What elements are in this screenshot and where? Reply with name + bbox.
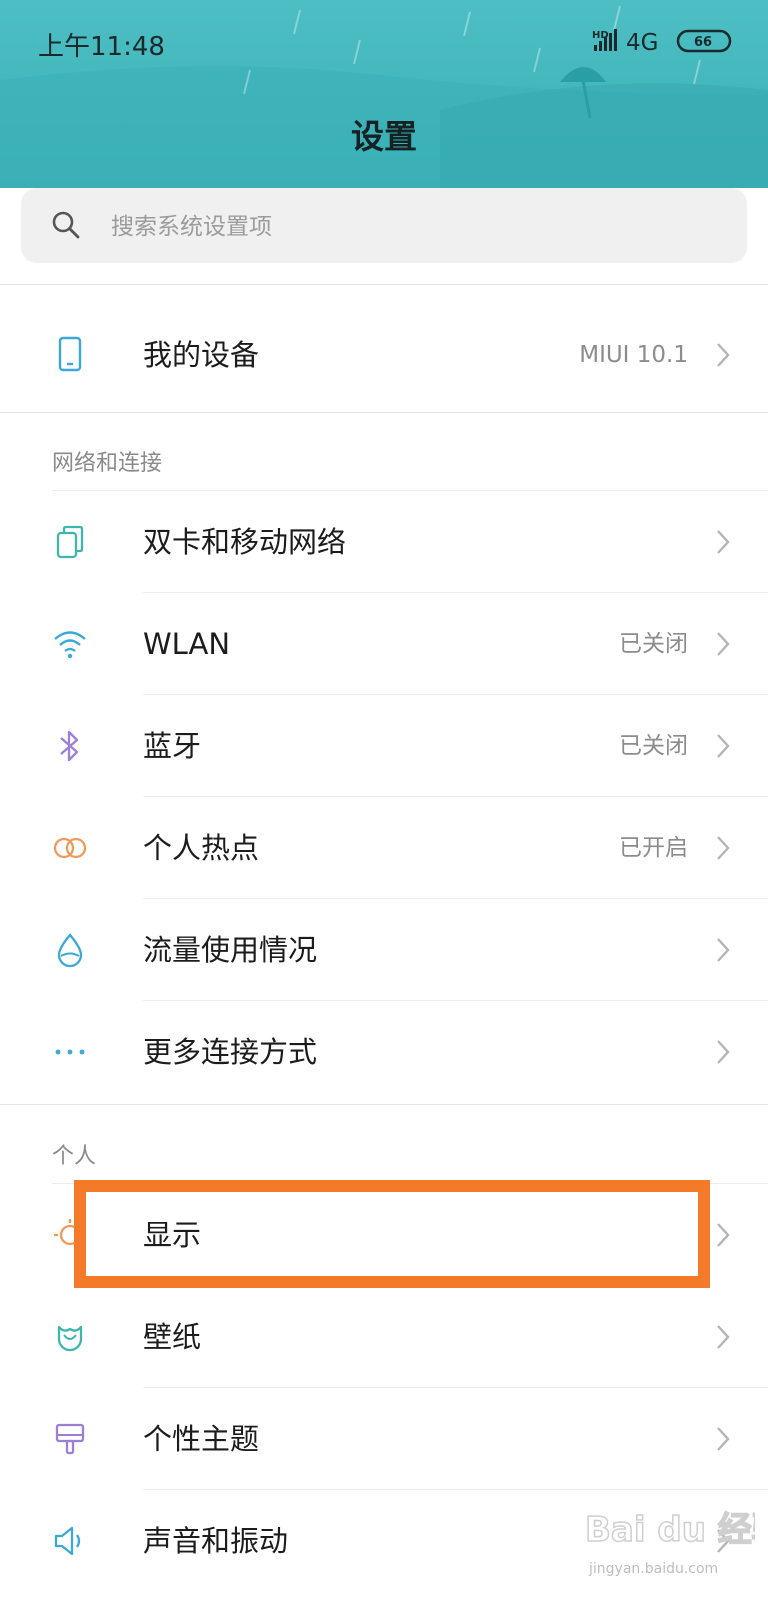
chevron-right-icon [717,938,730,962]
settings-item-bluetooth[interactable]: 蓝牙 已关闭 [0,695,768,797]
battery-icon: 66 [676,29,732,53]
status-indicators: HD 4G 66 [592,29,732,56]
display-label-highlighted: 显示 [143,1218,202,1252]
settings-item-dual-sim[interactable]: 双卡和移动网络 [0,491,768,593]
theme-icon [55,1423,85,1455]
more-connections-icon [55,1049,85,1055]
network-type: 4G [626,30,658,56]
wallpaper-icon [57,1325,83,1352]
bluetooth-icon [60,730,79,762]
item-label: 壁纸 [143,1320,202,1354]
chevron-right-icon [717,632,730,656]
search-box[interactable] [21,188,747,265]
watermark-brand: Bai du 经验 [585,1510,755,1550]
settings-item-data-usage[interactable]: 流量使用情况 [0,899,768,1001]
watermark-url: jingyan.baidu.com [588,1561,718,1577]
my-device-version: MIUI 10.1 [579,342,688,368]
divider [0,284,768,285]
settings-item-hotspot[interactable]: 个人热点 已开启 [0,797,768,899]
item-label: 蓝牙 [143,729,202,763]
item-value: 已关闭 [619,631,688,657]
chevron-right-icon [717,1040,730,1064]
status-time: 上午11:48 [38,32,165,62]
page-title: 设置 [351,117,417,156]
search-input[interactable] [109,188,713,265]
data-usage-icon [57,933,83,968]
chevron-right-icon [717,836,730,860]
battery-level: 66 [694,35,712,50]
item-label: 个性主题 [143,1422,260,1456]
hotspot-icon [53,837,87,859]
settings-header: 上午11:48 HD 4G 66 设置 [0,0,768,188]
chevron-right-icon [717,343,730,367]
chevron-right-icon [717,1325,730,1349]
divider [0,1104,768,1105]
phone-icon [58,336,82,372]
divider [0,412,768,413]
item-label: 声音和振动 [143,1524,289,1558]
status-bar: 上午11:48 HD 4G 66 [0,0,768,84]
item-label: 流量使用情况 [143,933,318,967]
baidu-jingyan-watermark: Bai du 经验 jingyan.baidu.com [585,1509,755,1577]
item-value: 已关闭 [619,733,688,759]
item-value: 已开启 [619,835,688,861]
chevron-right-icon [717,1427,730,1451]
item-label: WLAN [143,627,231,661]
chevron-right-icon [717,1223,730,1247]
settings-item-wlan[interactable]: WLAN 已关闭 [0,593,768,695]
sim-cards-icon [56,525,84,559]
item-label: 个人热点 [143,831,260,865]
my-device-label: 我的设备 [143,338,260,372]
settings-item-wallpaper[interactable]: 壁纸 [0,1286,768,1388]
section-title-network: 网络和连接 [52,451,163,476]
settings-item-more-connections[interactable]: 更多连接方式 [0,1001,768,1103]
sound-icon [54,1526,81,1556]
search-icon [52,211,80,239]
chevron-right-icon [717,530,730,554]
chevron-right-icon [717,734,730,758]
settings-item-theme[interactable]: 个性主题 [0,1388,768,1490]
section-title-personal: 个人 [52,1144,97,1169]
search-area [0,188,768,284]
item-label: 双卡和移动网络 [143,525,347,559]
my-device-row[interactable]: 我的设备 MIUI 10.1 [0,298,768,412]
item-label: 更多连接方式 [143,1035,318,1069]
wifi-icon [54,631,86,659]
